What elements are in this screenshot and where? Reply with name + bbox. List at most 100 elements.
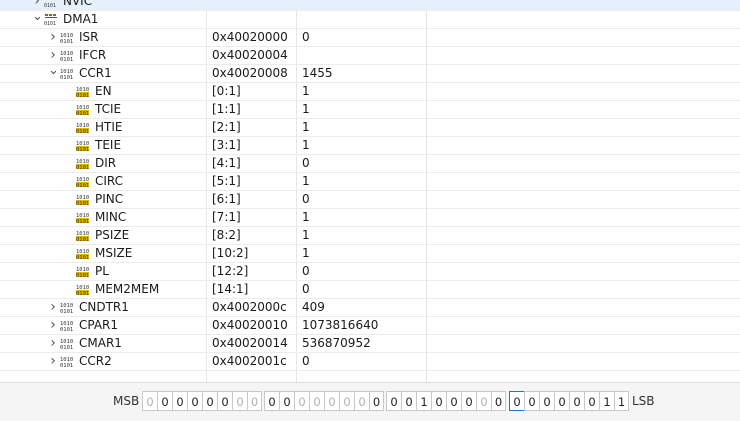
bit-11[interactable]: 0	[446, 391, 461, 411]
bit-1[interactable]: 1	[599, 391, 614, 411]
tree-row[interactable]: › 1010 0101 IFCR 0x40020004	[0, 47, 740, 65]
row-value[interactable]: 0	[302, 29, 422, 46]
bit-8[interactable]: 0	[491, 391, 506, 411]
bit-7[interactable]: 0	[509, 391, 524, 411]
row-value[interactable]: 536870952	[302, 335, 422, 352]
chevron-right-icon[interactable]: ›	[48, 335, 58, 352]
tree-row[interactable]: 1010 0101 EN [0:1] 1	[0, 83, 740, 101]
tree-row[interactable]: › 1010 0101 CPAR1 0x40020010 1073816640	[0, 317, 740, 335]
bit-10[interactable]: 0	[461, 391, 476, 411]
tree-row[interactable]: 1010 0101 HTIE [2:1] 1	[0, 119, 740, 137]
row-value[interactable]: 1	[302, 227, 422, 244]
bit-20[interactable]: 0	[309, 391, 324, 411]
row-address: [12:2]	[212, 264, 249, 278]
row-value[interactable]: 1455	[302, 65, 422, 82]
bit-2[interactable]: 0	[584, 391, 599, 411]
row-value[interactable]: 1	[302, 245, 422, 262]
tree-row[interactable]: ⌄ 1010 0101 CCR1 0x40020008 1455	[0, 64, 740, 83]
row-value[interactable]: 0	[302, 263, 422, 280]
row-value[interactable]: 1	[302, 101, 422, 118]
register-icon: 1010 0101	[60, 319, 74, 332]
bit-16[interactable]: 0	[369, 391, 384, 411]
row-value[interactable]: 0	[302, 353, 422, 370]
tree-row[interactable]: 1010 0101 PINC [6:1] 0	[0, 191, 740, 209]
row-address: [0:1]	[212, 84, 241, 98]
row-value[interactable]: 1	[302, 173, 422, 190]
row-value[interactable]	[302, 0, 422, 10]
bit-25[interactable]: 0	[232, 391, 247, 411]
tree-row[interactable]: 1010 0101 MINC [7:1] 1	[0, 209, 740, 227]
row-value[interactable]: 1	[302, 119, 422, 136]
row-label: TCIE	[95, 102, 122, 116]
tree-row[interactable]: 1010 0101 TEIE [3:1] 1	[0, 137, 740, 155]
tree-row[interactable]: › 1010 0101 CNDTR1 0x4002000c 409	[0, 299, 740, 317]
tree-row[interactable]: 1010 0101 DIR [4:1] 0	[0, 155, 740, 173]
tree-row[interactable]: 1010 0101 PSIZE [8:2] 1	[0, 227, 740, 245]
bit-24[interactable]: 0	[247, 391, 262, 411]
register-icon: 1010 0101	[60, 355, 74, 368]
bit-6[interactable]: 0	[524, 391, 539, 411]
tree-row[interactable]: 1010 0101 TCIE [1:1] 1	[0, 101, 740, 119]
row-value[interactable]: 0	[302, 281, 422, 298]
bit-0[interactable]: 1	[614, 391, 629, 411]
svg-text:0101: 0101	[60, 345, 73, 350]
bit-21[interactable]: 0	[294, 391, 309, 411]
bit-3[interactable]: 0	[569, 391, 584, 411]
bit-28[interactable]: 0	[187, 391, 202, 411]
tree-row[interactable]: › 1010 0101 ISR 0x40020000 0	[0, 29, 740, 47]
tree-row[interactable]: 1010 0101 MSIZE [10:2] 1	[0, 245, 740, 263]
bit-15[interactable]: 0	[386, 391, 401, 411]
row-value[interactable]: 1	[302, 83, 422, 100]
row-value[interactable]	[302, 47, 422, 64]
register-icon: 1010 0101	[60, 337, 74, 350]
row-value[interactable]: 0	[302, 191, 422, 208]
bit-17[interactable]: 0	[354, 391, 369, 411]
tree-row[interactable]: 1010 0101 MEM2MEM [14:1] 0	[0, 281, 740, 299]
bit-30[interactable]: 0	[157, 391, 172, 411]
bit-14[interactable]: 0	[401, 391, 416, 411]
row-value[interactable]: 0	[302, 155, 422, 172]
bit-18[interactable]: 0	[339, 391, 354, 411]
bit-4[interactable]: 0	[554, 391, 569, 411]
chevron-down-icon[interactable]: ⌄	[48, 64, 59, 82]
bit-19[interactable]: 0	[324, 391, 339, 411]
tree-row[interactable]: ⌄ 0101 DMA1	[0, 10, 740, 29]
chevron-right-icon[interactable]: ›	[48, 299, 58, 316]
row-value[interactable]: 1	[302, 209, 422, 226]
svg-text:0101: 0101	[60, 39, 73, 44]
bit-23[interactable]: 0	[264, 391, 279, 411]
row-value[interactable]: 409	[302, 299, 422, 316]
row-value[interactable]	[302, 11, 422, 28]
row-value[interactable]: 1073816640	[302, 317, 422, 334]
bit-26[interactable]: 0	[217, 391, 232, 411]
row-address: 0x40020014	[212, 336, 288, 350]
chevron-down-icon[interactable]: ⌄	[32, 10, 43, 28]
bit-12[interactable]: 0	[431, 391, 446, 411]
chevron-right-icon[interactable]: ›	[48, 317, 58, 334]
row-label: CPAR1	[79, 318, 119, 332]
chevron-right-icon[interactable]: ›	[48, 29, 58, 46]
row-label: PINC	[95, 192, 124, 206]
field-icon: 1010 0101	[76, 121, 90, 134]
bit-9[interactable]: 0	[476, 391, 491, 411]
row-label: EN	[95, 84, 112, 98]
bit-31[interactable]: 0	[142, 391, 157, 411]
tree-row[interactable]: › 0101 NVIC	[0, 0, 740, 11]
tree-row[interactable]: › 1010 0101 CCR2 0x4002001c 0	[0, 353, 740, 371]
svg-text:0101: 0101	[60, 57, 73, 62]
svg-text:0101: 0101	[76, 111, 89, 116]
tree-row[interactable]: › 1010 0101 CMAR1 0x40020014 536870952	[0, 335, 740, 353]
bit-29[interactable]: 0	[172, 391, 187, 411]
tree-row[interactable]: 1010 0101 PL [12:2] 0	[0, 263, 740, 281]
field-icon: 1010 0101	[76, 283, 90, 296]
chevron-right-icon[interactable]: ›	[48, 47, 58, 64]
bit-27[interactable]: 0	[202, 391, 217, 411]
bit-13[interactable]: 1	[416, 391, 431, 411]
svg-text:0101: 0101	[60, 309, 73, 314]
bit-22[interactable]: 0	[279, 391, 294, 411]
tree-row[interactable]: 1010 0101 CIRC [5:1] 1	[0, 173, 740, 191]
bit-5[interactable]: 0	[539, 391, 554, 411]
chevron-right-icon[interactable]: ›	[48, 353, 58, 370]
svg-text:0101: 0101	[60, 363, 73, 368]
row-value[interactable]: 1	[302, 137, 422, 154]
